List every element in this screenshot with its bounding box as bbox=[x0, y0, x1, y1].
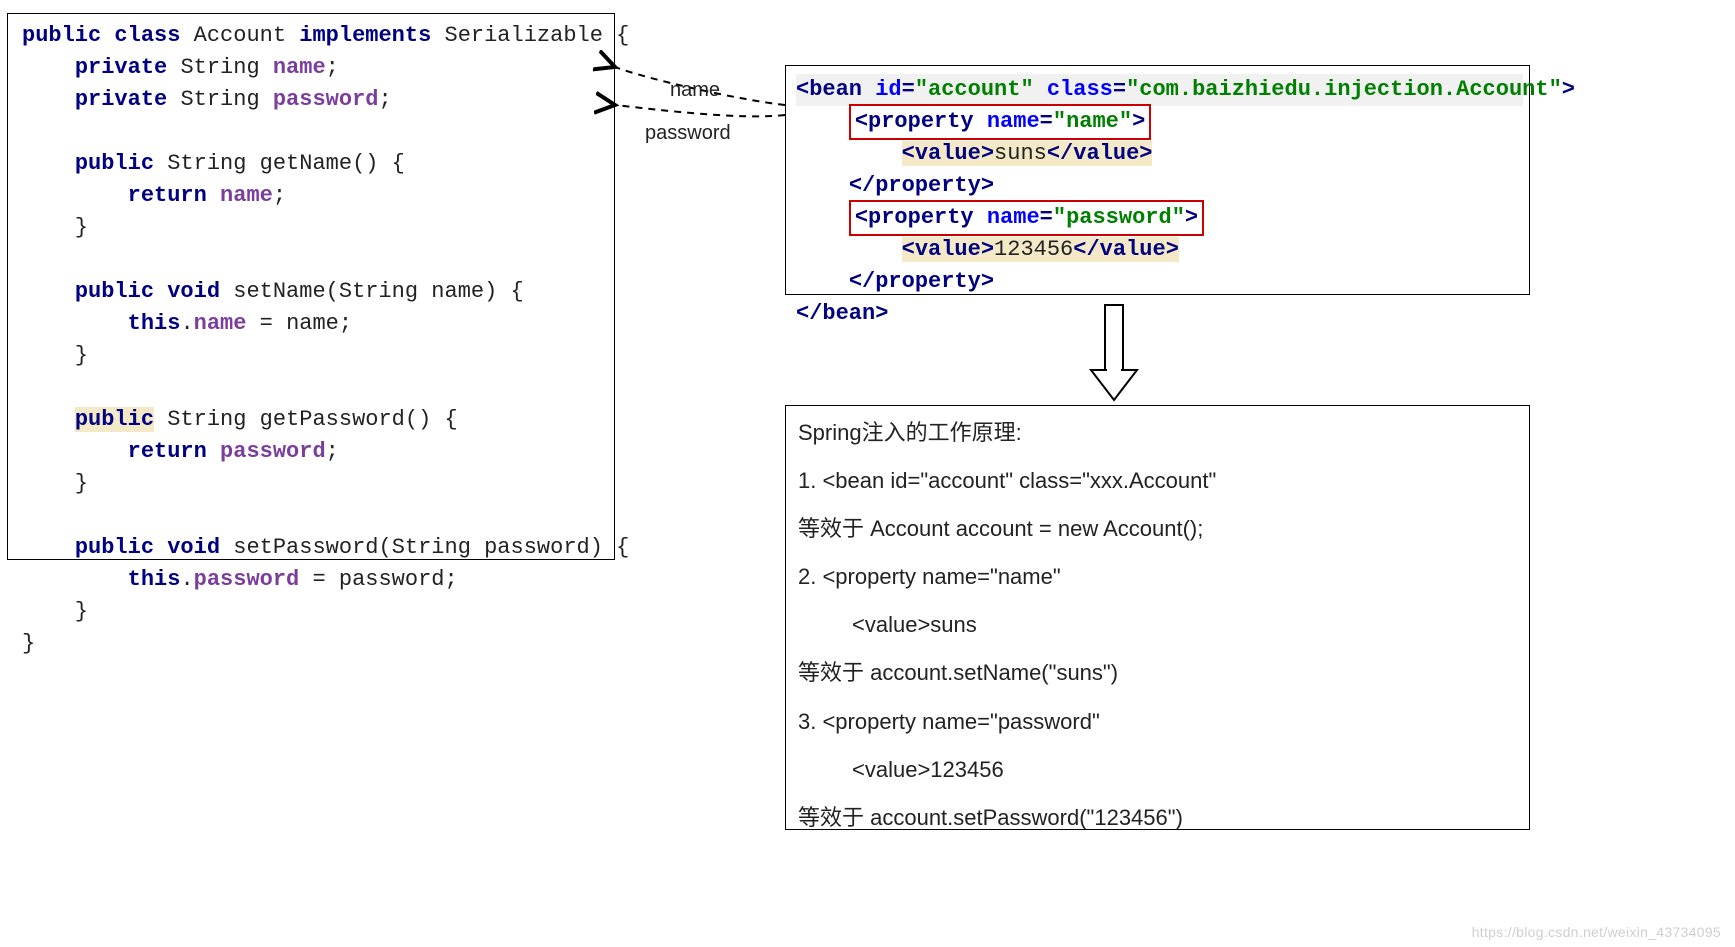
explain-line-1: 1. <bean id="account" class="xxx.Account… bbox=[798, 464, 1513, 498]
explain-line-3: 3. <property name="password" bbox=[798, 705, 1513, 739]
explanation-panel: Spring注入的工作原理: 1. <bean id="account" cla… bbox=[785, 405, 1530, 830]
explain-line-2: 2. <property name="name" bbox=[798, 560, 1513, 594]
explain-eq-1: 等效于 Account account = new Account(); bbox=[798, 512, 1513, 546]
watermark-text: https://blog.csdn.net/weixin_43734095 bbox=[1472, 922, 1721, 943]
label-password: password bbox=[645, 118, 731, 148]
arrow-labels: name password bbox=[615, 70, 785, 170]
java-code: public class Account implements Serializ… bbox=[22, 20, 606, 660]
explain-eq-3: 等效于 account.setPassword("123456") bbox=[798, 801, 1513, 835]
explain-title: Spring注入的工作原理: bbox=[798, 416, 1513, 450]
explain-eq-2: 等效于 account.setName("suns") bbox=[798, 656, 1513, 690]
java-code-panel: public class Account implements Serializ… bbox=[7, 13, 615, 560]
explain-line-2b: <value>suns bbox=[798, 608, 1513, 642]
label-name: name bbox=[670, 75, 720, 105]
xml-code-panel: <bean id="account" class="com.baizhiedu.… bbox=[785, 65, 1530, 295]
xml-code: <bean id="account" class="com.baizhiedu.… bbox=[796, 74, 1523, 330]
explain-line-3b: <value>123456 bbox=[798, 753, 1513, 787]
